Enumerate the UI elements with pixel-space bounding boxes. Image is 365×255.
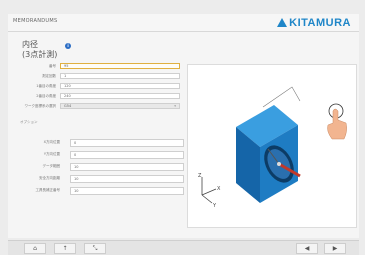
title-bar: MEMORANDUMS KITAMURA [8, 14, 359, 32]
expand-icon: ⤡ [92, 244, 98, 252]
dimension-line [262, 86, 301, 108]
field-label: 2番目の角度 [36, 94, 56, 98]
probe-illustration: Z X Y [187, 64, 357, 228]
second-angle-input[interactable]: 240 [60, 93, 180, 99]
axis-y-label: Y [212, 203, 217, 209]
work-coordinate-value: G54 [64, 104, 72, 108]
app-window: MEMORANDUMS KITAMURA 内径 (3点計測) i 番号 95 測… [0, 0, 365, 255]
axis-x-line [201, 188, 217, 196]
option-label: データ範囲 [42, 164, 61, 168]
kitamura-logo-icon [277, 18, 288, 27]
axis-indicator: Z X Y [198, 173, 221, 209]
option-label: 工具長補正番号 [35, 188, 61, 192]
data-range-input[interactable]: 10 [70, 163, 184, 171]
brand-name: KITAMURA [289, 16, 351, 29]
page-title-line1: 内径 [22, 40, 38, 49]
first-angle-input[interactable]: 120 [60, 83, 180, 89]
x-position-input[interactable]: 0 [70, 139, 184, 147]
brand-logo: KITAMURA [277, 16, 351, 29]
y-position-input[interactable]: 0 [70, 151, 184, 159]
option-label: Y方向位置 [43, 152, 60, 156]
measure-count-input[interactable]: 1 [60, 73, 180, 79]
option-label: 安全方向距離 [39, 176, 60, 180]
axis-y-line [201, 194, 213, 204]
app-title: MEMORANDUMS [13, 18, 58, 24]
options-section-label: オプション [20, 120, 38, 124]
next-button[interactable]: ▶ [324, 243, 346, 254]
arrow-up-icon: ↑ [62, 245, 68, 252]
workpiece-diagram: Z X Y [198, 86, 347, 209]
tool-offset-input[interactable]: 10 [70, 187, 184, 195]
info-icon[interactable]: i [65, 43, 71, 49]
field-label: 番号 [49, 64, 56, 68]
chevron-down-icon: ▾ [174, 104, 176, 108]
home-icon: ⌂ [33, 245, 37, 252]
back-icon: ◀ [304, 245, 310, 252]
main-panel: 内径 (3点計測) i 番号 95 測定回数 1 1番目の角度 120 2番目の… [8, 32, 359, 238]
axis-x-label: X [217, 186, 221, 192]
page-title-line2: (3点計測) [22, 50, 58, 59]
expand-button[interactable]: ⤡ [84, 243, 106, 254]
field-label: 1番目の角度 [36, 84, 56, 88]
home-button[interactable]: ⌂ [24, 243, 46, 254]
safety-distance-input[interactable]: 10 [70, 175, 184, 183]
field-label: 測定回数 [42, 74, 56, 78]
axis-z-label: Z [198, 173, 202, 179]
probe-tip [277, 162, 281, 166]
bottom-toolbar: ⌂ ↑ ⤡ ◀ ▶ [8, 240, 359, 255]
field-label: ワーク座標系の選択 [24, 104, 57, 108]
work-coordinate-select[interactable]: G54 ▾ [60, 103, 180, 109]
touch-hand-icon [327, 103, 347, 140]
option-label: X方向位置 [43, 140, 60, 144]
back-button[interactable]: ◀ [296, 243, 318, 254]
next-icon: ▶ [332, 245, 338, 252]
number-input[interactable]: 95 [60, 63, 180, 69]
page-title: 内径 (3点計測) [22, 40, 57, 60]
upload-button[interactable]: ↑ [54, 243, 76, 254]
